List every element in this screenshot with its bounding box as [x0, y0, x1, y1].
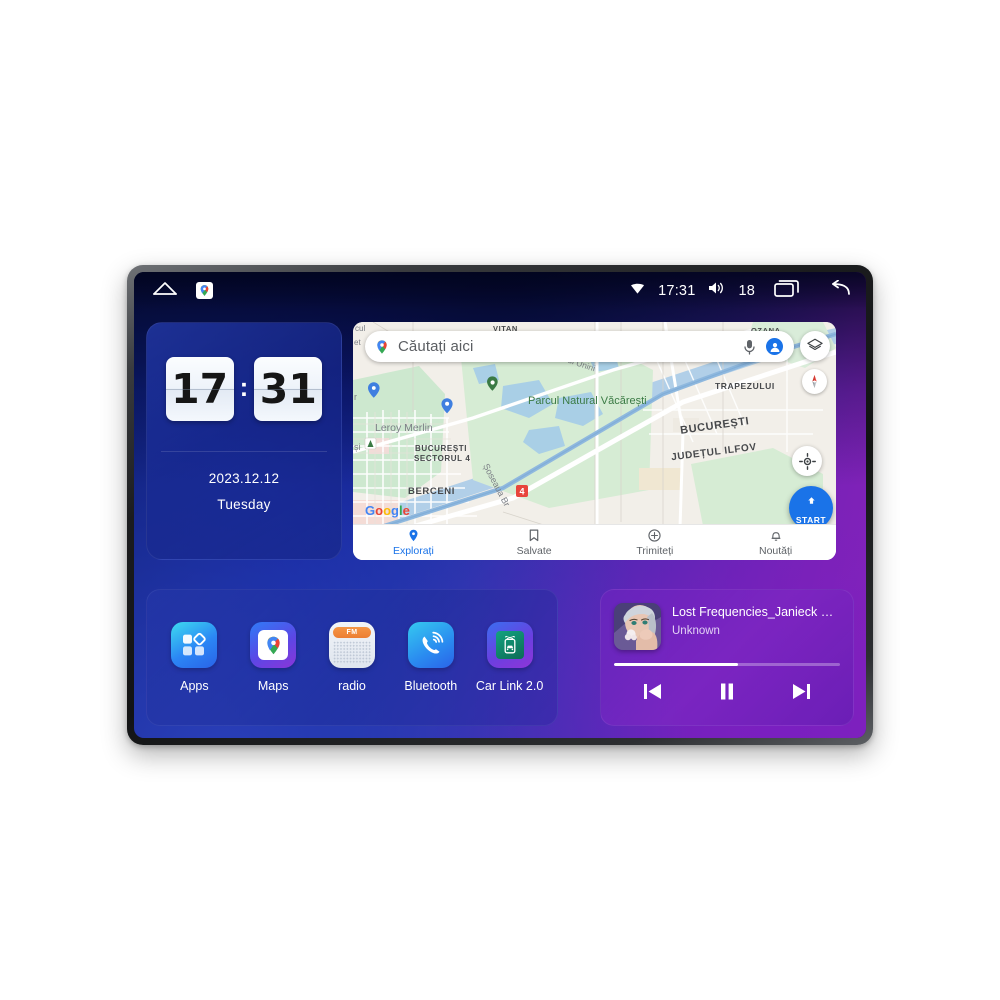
progress-bar[interactable]	[614, 663, 840, 666]
dock-item-maps[interactable]: Maps	[237, 622, 309, 693]
start-label: START	[795, 514, 827, 525]
clock-hours: 17	[165, 357, 234, 421]
map-tab-salvate[interactable]: Salvate	[474, 528, 595, 557]
volume-icon[interactable]	[708, 281, 725, 300]
map-tab-label: Salvate	[516, 545, 552, 557]
recents-icon[interactable]	[774, 279, 799, 302]
apps-grid-icon	[171, 622, 218, 668]
dock-item-radio[interactable]: FM radio	[316, 622, 388, 693]
dock-item-apps[interactable]: Apps	[158, 622, 230, 693]
bell-icon	[715, 528, 836, 542]
search-input[interactable]: Căutați aici	[398, 338, 735, 355]
wifi-icon	[630, 282, 645, 300]
map-tab-label: Noutăți	[758, 545, 793, 557]
dock-label: Car Link 2.0	[475, 679, 544, 693]
my-location-icon[interactable]	[792, 446, 822, 476]
fm-radio-icon: FM	[328, 622, 375, 668]
navigation-arrow-icon	[802, 491, 820, 514]
progress-fill	[614, 663, 739, 666]
clock-widget[interactable]: 17 : 31 2023.12.12 Tuesday	[146, 322, 342, 560]
radio-band-badge: FM	[346, 629, 358, 636]
map-tab-noutăți[interactable]: Noutăți	[715, 528, 836, 557]
bookmark-icon	[474, 528, 595, 542]
dock-item-bluetooth[interactable]: Bluetooth	[395, 622, 467, 693]
screen: 17:31 18 17: 31 2023.12.12 Tuesday 4 VI…	[134, 272, 866, 738]
dock-label: Apps	[180, 679, 209, 693]
map-tab-explorați[interactable]: Explorați	[353, 528, 474, 557]
home-icon[interactable]	[152, 281, 178, 300]
map-tab-trimiteți[interactable]: Trimiteți	[595, 528, 716, 557]
volume-level: 18	[738, 282, 755, 299]
clock-colon: :	[239, 371, 249, 402]
map-tab-label: Trimiteți	[636, 545, 674, 557]
dock-item-car-link[interactable]: Car Link 2.0	[474, 622, 546, 693]
clock-date: 2023.12.12	[208, 471, 280, 486]
map-pin-icon	[374, 339, 390, 355]
dock-label: Maps	[257, 679, 289, 693]
status-bar: 17:31 18	[134, 272, 866, 309]
map-tab-label: Explorați	[392, 545, 434, 557]
map-widget[interactable]: 4 VITAN cul et Parcul Natural Văcărești …	[353, 322, 836, 560]
back-icon[interactable]	[824, 279, 850, 302]
status-time: 17:31	[658, 282, 696, 299]
bluetooth-phone-icon	[407, 622, 454, 668]
microphone-icon[interactable]	[743, 339, 756, 355]
album-art	[614, 603, 661, 650]
map-search-bar[interactable]: Căutați aici	[365, 331, 794, 362]
clock-minutes: 31	[254, 357, 323, 421]
google-attribution: Google	[365, 503, 410, 518]
app-dock: Apps Maps FM radio Bluetooth Car Link 2.…	[146, 589, 558, 726]
svg-text:4: 4	[519, 487, 524, 497]
google-maps-icon[interactable]	[196, 282, 213, 299]
track-artist: Unknown	[672, 625, 720, 637]
pause-button[interactable]	[717, 681, 737, 702]
player-controls	[614, 681, 840, 702]
dock-label: radio	[338, 679, 366, 693]
send-plus-icon	[595, 528, 716, 542]
car-head-unit-device: 17:31 18 17: 31 2023.12.12 Tuesday 4 VI…	[127, 265, 873, 745]
next-button[interactable]	[790, 681, 813, 702]
clock-weekday: Tuesday	[217, 497, 271, 512]
google-maps-icon	[250, 622, 297, 668]
track-title: Lost Frequencies_Janieck Devy-...	[672, 605, 840, 619]
compass-icon[interactable]	[802, 369, 827, 394]
map-layers-icon[interactable]	[800, 331, 830, 361]
map-bottom-tabs: Explorați Salvate Trimiteți Noutăți	[353, 524, 836, 560]
car-link-icon	[486, 622, 533, 668]
media-player-widget[interactable]: Lost Frequencies_Janieck Devy-... Unknow…	[600, 589, 854, 726]
flip-clock: 17 : 31	[147, 323, 341, 421]
account-avatar-icon[interactable]	[764, 336, 785, 357]
dock-label: Bluetooth	[404, 679, 458, 693]
previous-button[interactable]	[641, 681, 664, 702]
explore-pin-icon	[353, 528, 474, 542]
clock-divider	[161, 451, 327, 452]
